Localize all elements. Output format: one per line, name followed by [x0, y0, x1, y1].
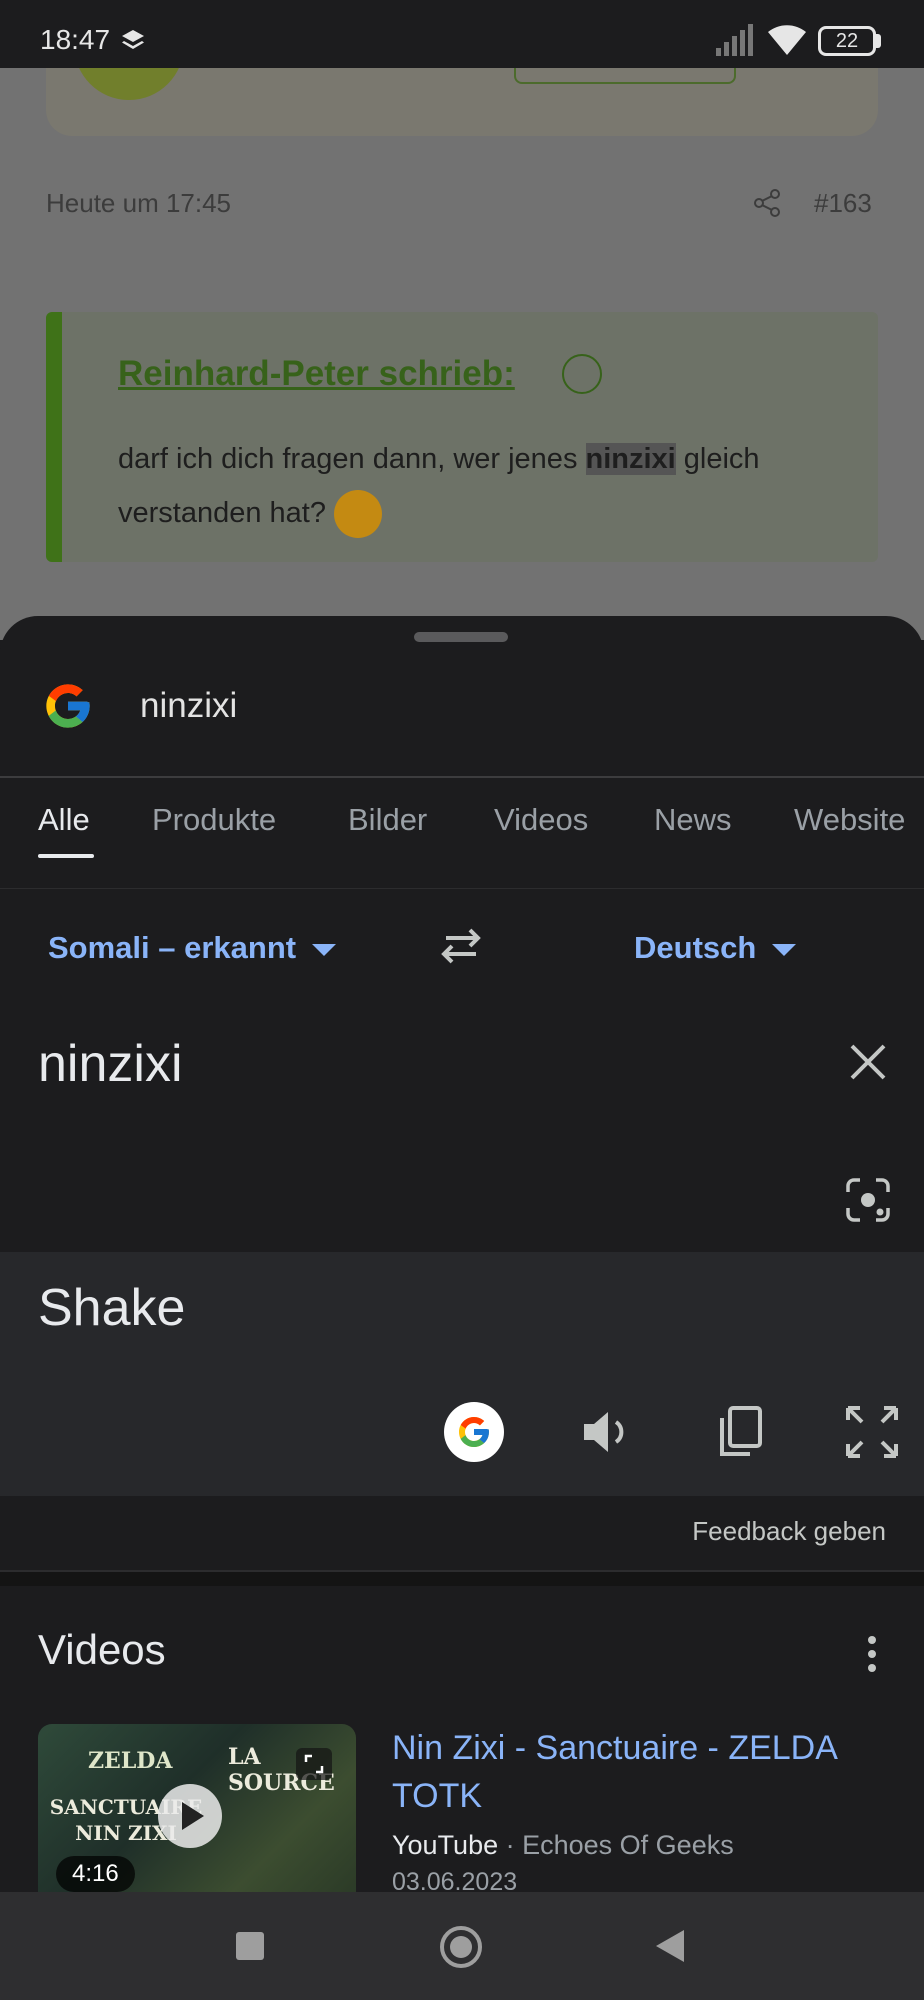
lens-icon[interactable]: [844, 1176, 892, 1224]
video-title[interactable]: Nin Zixi - Sanctuaire - ZELDA TOTK: [392, 1724, 892, 1820]
navigation-bar: [0, 1892, 924, 2000]
status-time: 18:47: [40, 24, 111, 55]
quote-block: Reinhard-Peter schrieb: darf ich dich fr…: [46, 312, 878, 562]
quote-bar: [46, 312, 62, 562]
translated-text: Shake: [38, 1279, 186, 1337]
target-language-dropdown[interactable]: Deutsch: [634, 930, 797, 966]
home-button[interactable]: [440, 1926, 482, 1968]
tab-news[interactable]: News: [654, 802, 732, 838]
divider: [0, 776, 924, 778]
google-search-icon[interactable]: [444, 1402, 504, 1462]
copy-icon[interactable]: [712, 1402, 772, 1462]
video-duration: 4:16: [56, 1856, 135, 1892]
source-language-dropdown[interactable]: Somali – erkannt: [48, 930, 337, 966]
feedback-link[interactable]: Feedback geben: [692, 1516, 886, 1547]
wifi-icon: [768, 25, 806, 55]
language-selector-row: Somali – erkannt Deutsch: [0, 890, 924, 1002]
expand-icon[interactable]: [296, 1748, 332, 1780]
active-tab-indicator: [38, 854, 94, 858]
post-timestamp: Heute um 17:45: [46, 188, 232, 218]
video-meta: YouTube · Echoes Of Geeks: [392, 1830, 734, 1860]
video-thumbnail[interactable]: ZELDA SANCTUAIRE NIN ZIXI LA SOURCE 4:16: [38, 1724, 356, 1892]
translation-result: Shake: [0, 1252, 924, 1496]
swap-icon[interactable]: [436, 924, 486, 968]
tab-videos[interactable]: Videos: [494, 802, 588, 838]
chevron-down-icon: [312, 943, 337, 956]
signal-icon: [716, 24, 753, 56]
tab-website[interactable]: Website: [794, 802, 905, 838]
share-icon: [754, 189, 780, 217]
highlighted-word: ninzixi: [585, 443, 676, 475]
background-page: Heute um 17:45 #163 Reinhard-Peter schri…: [0, 0, 924, 640]
thumbnail-text: LA SOURCE: [228, 1744, 335, 1796]
tab-produkte[interactable]: Produkte: [152, 802, 276, 838]
tab-alle[interactable]: Alle: [38, 802, 90, 838]
arrow-up-circle-icon: [562, 354, 602, 394]
videos-section: Videos ZELDA SANCTUAIRE NIN ZIXI LA SOUR…: [0, 1586, 924, 1892]
section-gap: [0, 1572, 924, 1586]
status-bar: 18:47 22: [0, 0, 924, 68]
divider: [0, 888, 924, 889]
videos-heading: Videos: [38, 1626, 166, 1673]
source-text[interactable]: ninzixi: [38, 1034, 183, 1094]
back-button[interactable]: [656, 1930, 684, 1962]
recents-button[interactable]: [236, 1932, 264, 1960]
smiley-icon: [334, 490, 383, 539]
source-text-area[interactable]: ninzixi: [0, 1004, 924, 1252]
battery-icon: 22: [818, 26, 876, 56]
battery-cap: [876, 34, 881, 48]
speaker-icon[interactable]: [578, 1402, 638, 1462]
thumbnail-text: ZELDA: [88, 1748, 173, 1774]
chevron-down-icon: [772, 943, 797, 956]
more-icon[interactable]: [860, 1634, 884, 1674]
video-date: 03.06.2023: [392, 1868, 518, 1892]
layers-icon: [122, 30, 144, 49]
tab-bilder[interactable]: Bilder: [348, 802, 427, 838]
drag-handle[interactable]: [414, 632, 508, 642]
quote-author: Reinhard-Peter schrieb:: [118, 354, 515, 393]
close-icon[interactable]: [846, 1040, 890, 1084]
fullscreen-icon[interactable]: [842, 1402, 902, 1462]
search-query[interactable]: ninzixi: [140, 686, 237, 726]
post-number: #163: [814, 188, 872, 218]
quote-text: darf ich dich fragen dann, wer jenes nin…: [118, 432, 838, 540]
feedback-row: Feedback geben: [0, 1496, 924, 1568]
google-logo-icon: [46, 684, 90, 728]
play-icon[interactable]: [158, 1784, 222, 1848]
google-bottom-sheet: ninzixi Alle Produkte Bilder Videos News…: [0, 616, 924, 1892]
search-tabs: Alle Produkte Bilder Videos News Website: [0, 802, 924, 866]
